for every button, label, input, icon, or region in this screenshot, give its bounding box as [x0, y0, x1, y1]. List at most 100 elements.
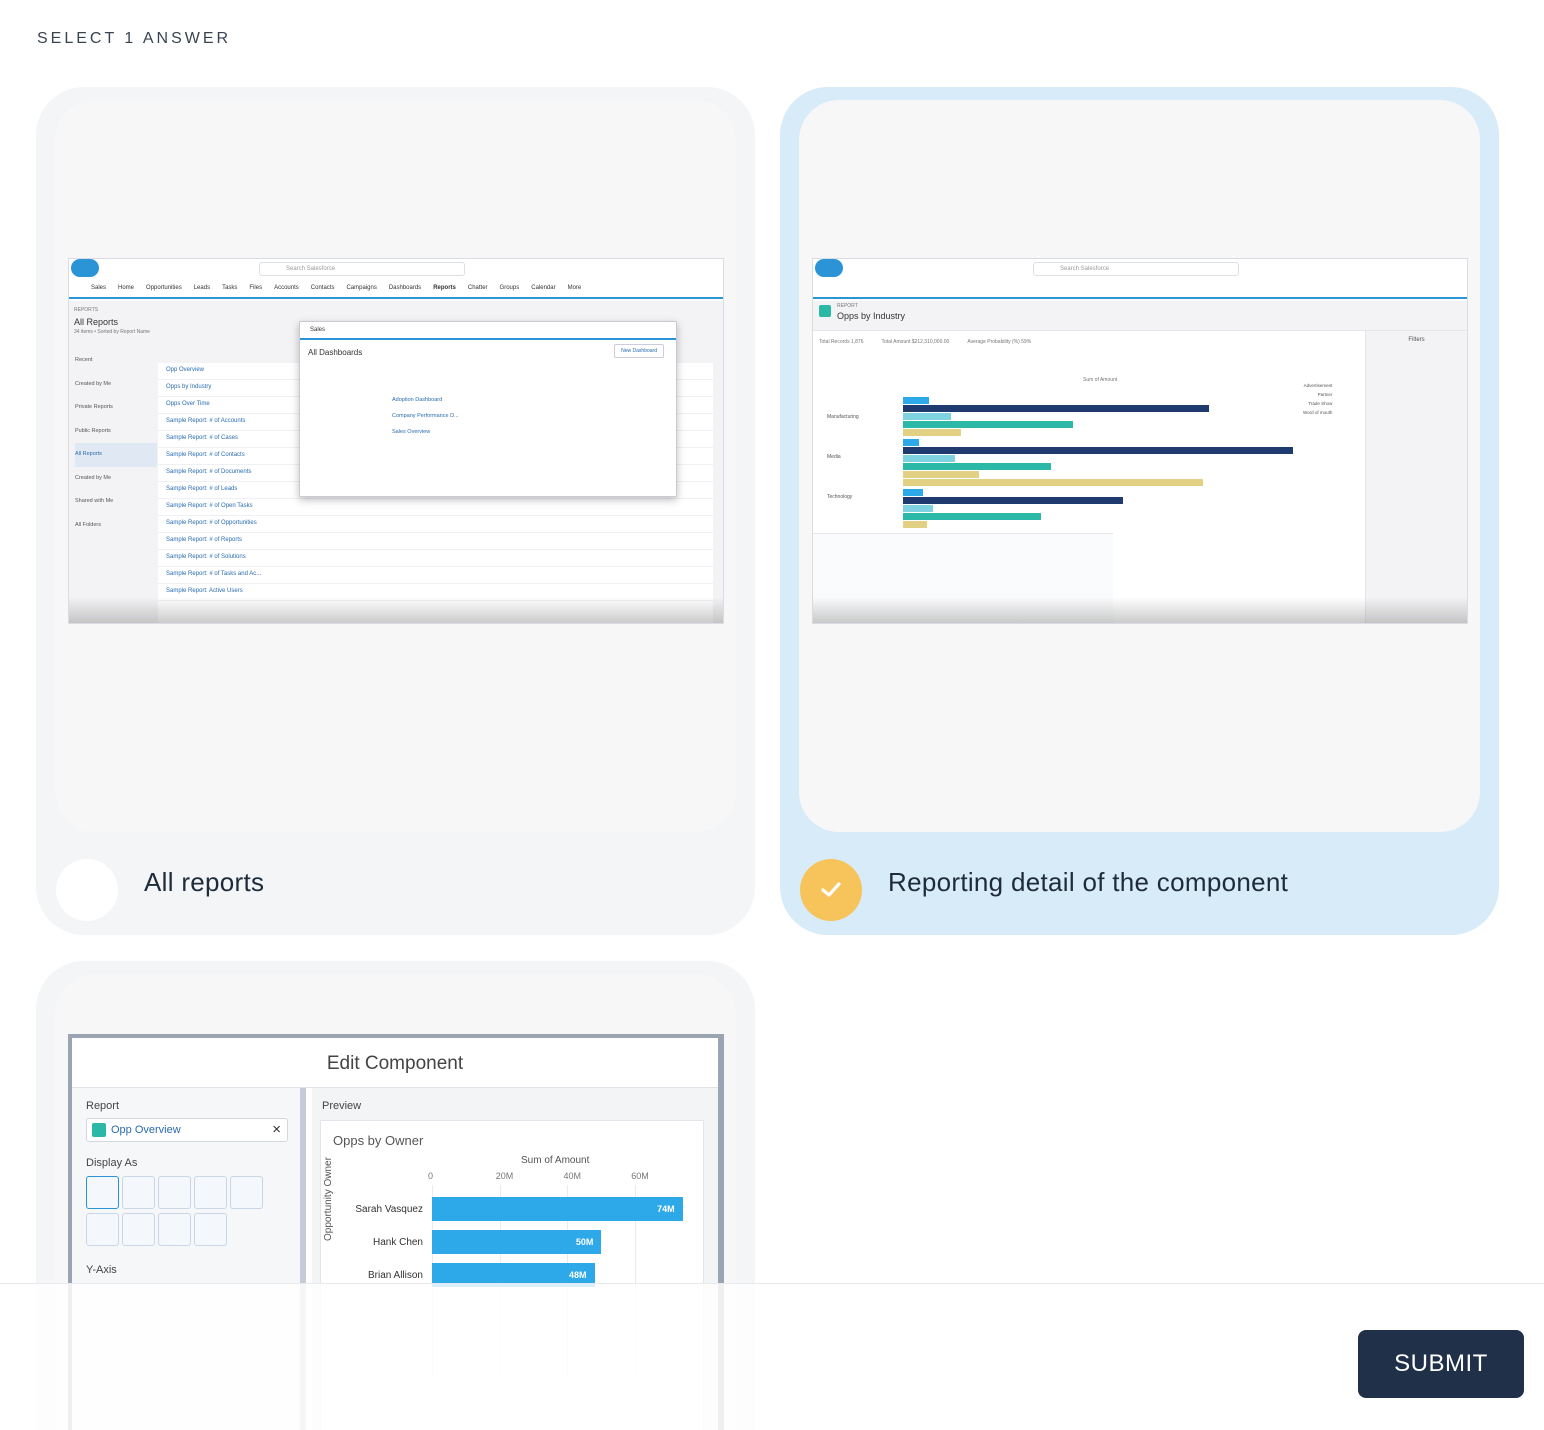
chart-bar [903, 455, 955, 462]
donut-chart-icon [86, 1213, 119, 1246]
legend-item: Word of mouth [1303, 410, 1333, 415]
chart-bar [903, 413, 951, 420]
overlay-title: All Dashboards [308, 348, 363, 357]
dashboards-overlay: Sales All Dashboards New Dashboard Adopt… [299, 321, 677, 497]
dialog-title: Edit Component [72, 1038, 718, 1088]
sidebar-item: Created by Me [75, 474, 112, 481]
radio-button-checked[interactable] [800, 859, 862, 921]
instruction-text: SELECT 1 ANSWER [37, 30, 232, 47]
chart-bar [903, 505, 933, 512]
new-dashboard-button: New Dashboard [614, 344, 664, 358]
nav-item: Files [249, 285, 263, 291]
option-image-frame: Search Salesforce Sales Home Opportuniti… [55, 100, 736, 832]
legend-item: Partner [1317, 392, 1333, 397]
chart-bar [903, 397, 929, 404]
overlay-row: Company Performance D... [392, 413, 459, 419]
radio-button[interactable] [56, 859, 118, 921]
bar: 50M [432, 1230, 602, 1254]
option-label: All reports [144, 867, 265, 897]
nav-item: Sales [91, 285, 107, 291]
chart-bar [903, 405, 1209, 412]
nav-item: Tasks [222, 285, 238, 291]
salesforce-logo-icon [815, 259, 843, 277]
chart-legend: Advertisement Partner Trade Show Word of… [1303, 381, 1332, 417]
group-label: Technology [827, 494, 853, 500]
chart-bar [903, 429, 961, 436]
bar-category-label: Hank Chen [372, 1237, 423, 1248]
checkmark-icon [821, 882, 841, 897]
legend-item: Advertisement [1303, 383, 1333, 388]
submit-button[interactable]: SUBMIT [1358, 1330, 1524, 1398]
gauge-icon [158, 1213, 191, 1246]
answer-option-all-reports[interactable]: Search Salesforce Sales Home Opportuniti… [36, 87, 755, 935]
vertical-bar-chart-icon [122, 1176, 155, 1209]
sf-body: REPORT Opps by Industry Total Records 1,… [813, 301, 1467, 623]
table-row: Sample Report: # of Tasks and Ac... [158, 567, 713, 584]
group-label: Media [827, 454, 841, 460]
sidebar-item: All Reports [75, 443, 157, 467]
chart-bar [903, 513, 1041, 520]
all-reports-screenshot: Search Salesforce Sales Home Opportuniti… [68, 258, 724, 624]
nav-item: More [567, 285, 582, 291]
chart-title: Opps by Owner [333, 1133, 424, 1148]
sidebar-item: Created by Me [75, 380, 112, 387]
overlay-nav: Sales [300, 322, 676, 340]
group-label: Manufacturing [827, 414, 859, 420]
metric-icon [122, 1213, 155, 1246]
stacked-bar-chart-icon [158, 1176, 191, 1209]
sidebar-item: Private Reports [75, 404, 113, 410]
filters-panel: Filters [1365, 331, 1467, 623]
chart-bar [903, 421, 1073, 428]
report-stats: Total Records 1,876 Total Amount $212,31… [819, 339, 1031, 345]
nav-item: Home [118, 285, 135, 291]
report-selector: Opp Overview × [86, 1118, 288, 1142]
x-axis-title: Sum of Amount [521, 1155, 590, 1166]
reports-title: All Reports [74, 317, 119, 327]
report-label: REPORT [837, 303, 858, 309]
nav-item: Reports [433, 285, 456, 291]
chart-groups: Manufacturing Media Technology [827, 397, 859, 517]
chart-bar [903, 479, 1203, 486]
y-axis-label: Y-Axis [86, 1264, 117, 1276]
sf-search-input: Search Salesforce [1033, 262, 1239, 276]
nav-item: Groups [499, 285, 520, 291]
filters-title: Filters [1408, 337, 1425, 343]
sf-nav-bar [813, 279, 1467, 299]
sf-body: REPORTS All Reports 34 items • Sorted by… [69, 301, 723, 623]
chart-bar [903, 471, 979, 478]
reports-sidebar: Recent Created by Me Private Reports Pub… [69, 349, 157, 623]
x-axis-tick-label: 20M [495, 1171, 514, 1181]
nav-item: Chatter [467, 285, 488, 291]
report-detail-screenshot: Search Salesforce REPORT Opps by Industr… [812, 258, 1468, 624]
nav-item: Accounts [274, 285, 299, 291]
chart-bar [903, 439, 919, 446]
answer-option-reporting-detail[interactable]: Search Salesforce REPORT Opps by Industr… [780, 87, 1499, 935]
bar: 74M [432, 1197, 683, 1221]
stacked-column-chart-icon [194, 1176, 227, 1209]
x-axis-tick-label: 60M [631, 1171, 649, 1181]
legend-item: Trade Show [1308, 401, 1333, 406]
line-chart-icon [230, 1176, 263, 1209]
section-label: REPORTS [74, 307, 99, 313]
sf-nav-bar: Sales Home Opportunities Leads Tasks Fil… [69, 279, 723, 299]
chart-bar [903, 463, 1051, 470]
report-value: Opp Overview [111, 1124, 181, 1136]
sidebar-item: Recent [75, 357, 93, 363]
report-icon [92, 1123, 106, 1137]
bar-category-label: Sarah Vasquez [355, 1204, 423, 1215]
chart-bar [903, 521, 927, 528]
preview-label: Preview [322, 1100, 362, 1112]
report-icon [819, 305, 831, 317]
option-image-frame: Search Salesforce REPORT Opps by Industr… [799, 100, 1480, 832]
chart-bar [903, 447, 1293, 454]
salesforce-logo-icon [71, 259, 99, 277]
x-axis-tick-label: 40M [563, 1171, 581, 1181]
overlay-row: Adoption Dashboard [392, 397, 443, 403]
option-label: Reporting detail of the component [888, 867, 1289, 897]
nav-item: Campaigns [346, 285, 377, 291]
table-row: Sample Report: # of Reports [158, 533, 713, 550]
nav-item: Calendar [531, 285, 556, 291]
report-header: REPORT Opps by Industry [813, 301, 1467, 331]
report-title: Opps by Industry [837, 311, 906, 321]
nav-item: Opportunities [146, 285, 182, 291]
